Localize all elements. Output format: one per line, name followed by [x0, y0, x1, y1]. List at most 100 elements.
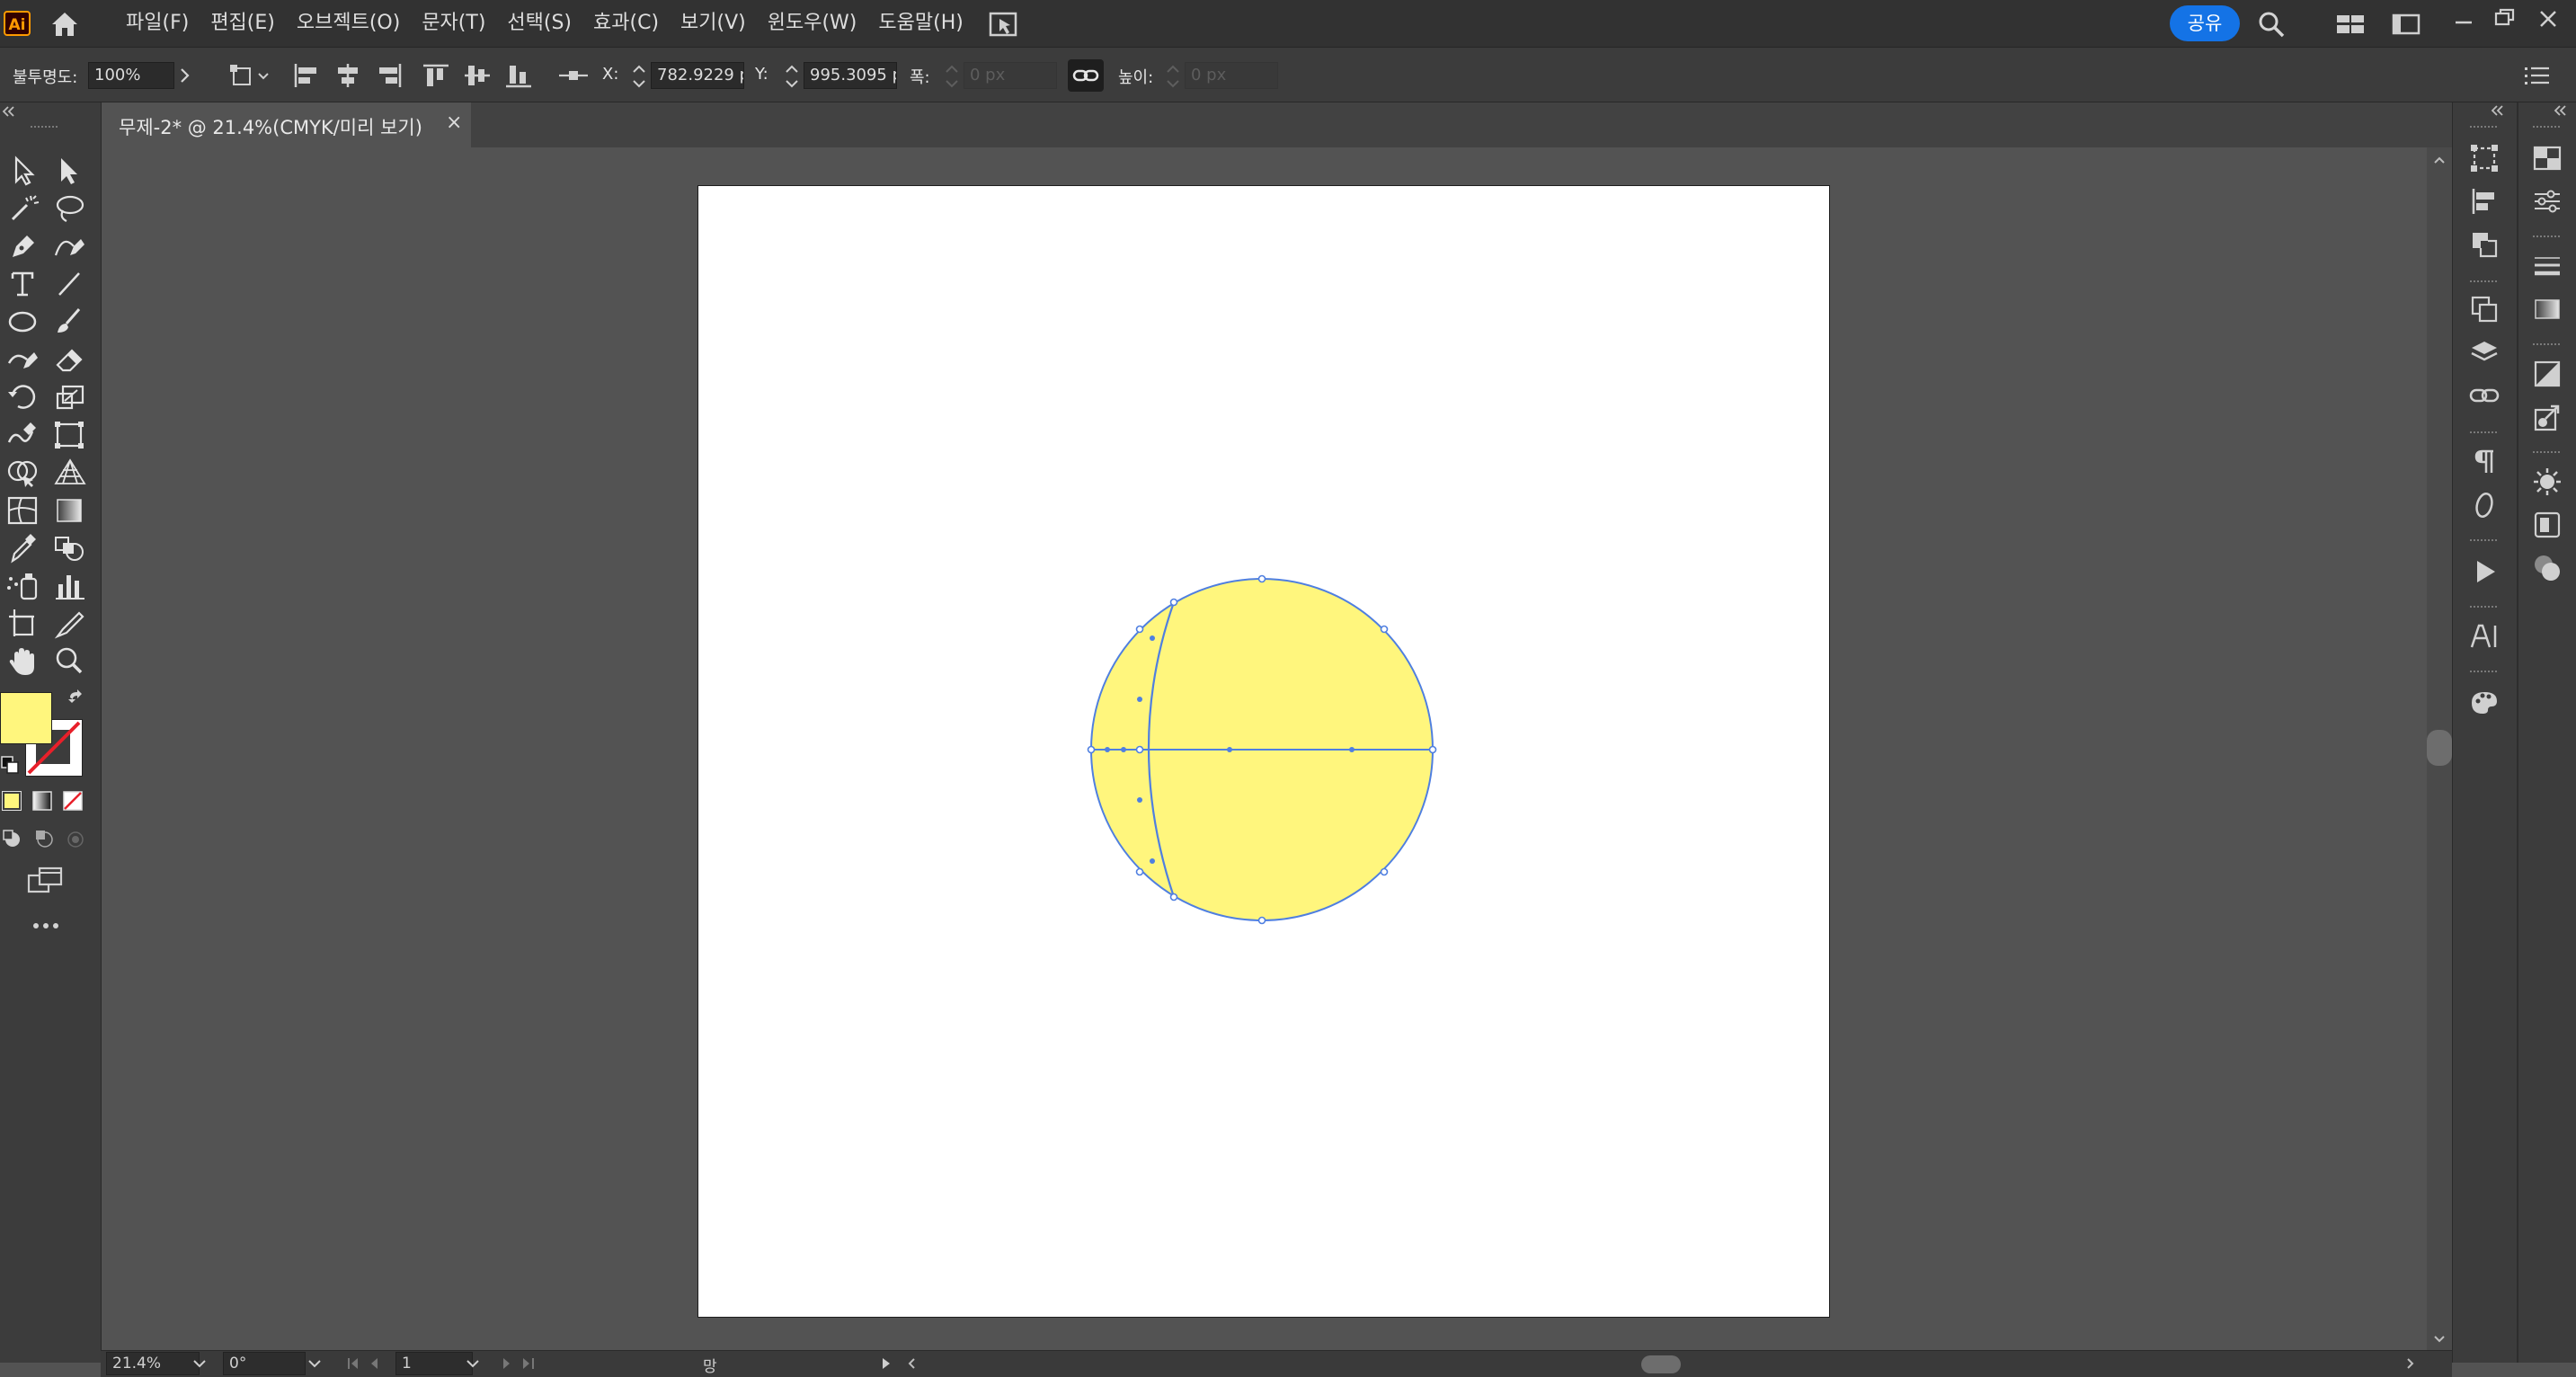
align-horizontal-center-icon[interactable]	[333, 61, 363, 90]
horizontal-scroll-thumb[interactable]	[1641, 1355, 1681, 1373]
panel-group-grip[interactable]	[2470, 671, 2497, 676]
collapse-toolbar-icon[interactable]	[0, 102, 18, 120]
pen-tool-icon[interactable]	[4, 228, 43, 264]
panel-group-grip[interactable]	[2533, 451, 2560, 457]
arrange-documents-icon[interactable]	[987, 10, 1019, 39]
align-bottom-icon[interactable]	[503, 61, 534, 90]
restore-icon[interactable]	[2492, 5, 2518, 32]
align-panel-icon[interactable]	[2468, 185, 2500, 218]
draw-behind-icon[interactable]	[34, 829, 56, 848]
chevron-right-icon[interactable]	[176, 65, 194, 86]
scroll-up-icon[interactable]	[2430, 151, 2448, 169]
scroll-down-icon[interactable]	[2430, 1330, 2448, 1348]
none-mode-icon[interactable]	[63, 791, 83, 811]
appearance-panel-icon[interactable]	[2468, 293, 2500, 325]
rotate-tool-icon[interactable]	[4, 379, 43, 415]
close-tab-button[interactable]: ×	[446, 111, 462, 134]
rotation-field[interactable]: 0°	[223, 1352, 306, 1375]
symbol-sprayer-tool-icon[interactable]	[4, 568, 43, 604]
search-icon[interactable]	[2256, 9, 2287, 40]
first-previous-artboard-icon[interactable]	[343, 1354, 397, 1373]
panel-group-grip[interactable]	[2533, 343, 2560, 349]
shaper-tool-icon[interactable]	[4, 342, 43, 378]
type-tool-icon[interactable]	[4, 266, 43, 302]
free-transform-tool-icon[interactable]	[50, 417, 90, 453]
character-styles-panel-icon[interactable]	[2468, 620, 2500, 653]
status-menu-arrow-icon[interactable]	[877, 1354, 895, 1373]
zoom-tool-icon[interactable]	[50, 644, 90, 680]
expand-panels-icon[interactable]	[2488, 102, 2508, 119]
more-tools-icon[interactable]	[31, 919, 61, 933]
yellow-circle-artwork[interactable]	[1079, 557, 1456, 935]
warp-tool-icon[interactable]	[4, 417, 43, 453]
menu-object[interactable]: 오브젝트(O)	[286, 0, 411, 47]
zoom-level-field[interactable]: 21.4%	[106, 1352, 200, 1375]
artboard-tool-icon[interactable]	[4, 606, 43, 642]
paragraph-panel-icon[interactable]	[2468, 446, 2500, 478]
zoom-dropdown-chevron-icon[interactable]	[191, 1354, 209, 1373]
blend-tool-icon[interactable]	[50, 530, 90, 566]
draw-inside-icon[interactable]	[65, 829, 86, 848]
menu-effect[interactable]: 효과(C)	[582, 0, 670, 47]
align-left-icon[interactable]	[291, 61, 322, 90]
libraries-panel-icon[interactable]	[2531, 509, 2563, 541]
paintbrush-tool-icon[interactable]	[50, 304, 90, 340]
menu-window[interactable]: 윈도우(W)	[757, 0, 868, 47]
vertical-scroll-thumb[interactable]	[2427, 730, 2452, 766]
transparency-panel-icon[interactable]	[2531, 552, 2563, 584]
swatches-panel-icon[interactable]	[2531, 142, 2563, 174]
fill-swatch[interactable]	[0, 692, 52, 744]
menu-help[interactable]: 도움말(H)	[867, 0, 973, 47]
direct-selection-tool-icon[interactable]	[50, 153, 90, 189]
stroke-panel-icon[interactable]	[2531, 250, 2563, 282]
expand-panels-2-icon[interactable]	[2551, 102, 2571, 119]
perspective-grid-tool-icon[interactable]	[50, 455, 90, 491]
panel-group-grip[interactable]	[2470, 606, 2497, 611]
menu-view[interactable]: 보기(V)	[670, 0, 757, 47]
magic-wand-tool-icon[interactable]	[4, 191, 43, 227]
properties-panel-icon[interactable]	[2531, 185, 2563, 218]
next-last-artboard-icon[interactable]	[496, 1354, 550, 1373]
panel-group-grip[interactable]	[2533, 126, 2560, 131]
align-right-icon[interactable]	[374, 61, 404, 90]
panel-menu-icon[interactable]	[2522, 63, 2553, 88]
asset-export-panel-icon[interactable]	[2531, 401, 2563, 433]
panel-layout-icon[interactable]	[2391, 13, 2421, 36]
menu-select[interactable]: 선택(S)	[496, 0, 582, 47]
x-stepper-icon[interactable]	[629, 61, 649, 92]
links-panel-icon[interactable]	[2468, 379, 2500, 412]
transform-panel-icon[interactable]	[2468, 142, 2500, 174]
artboard-dropdown-chevron-icon[interactable]	[464, 1354, 482, 1373]
color-guide-panel-icon[interactable]	[2468, 685, 2500, 717]
recolor-artwork-icon[interactable]	[228, 61, 273, 90]
panel-group-grip[interactable]	[2470, 431, 2497, 437]
scale-tool-icon[interactable]	[50, 379, 90, 415]
minimize-icon[interactable]	[2450, 9, 2477, 36]
gradient-panel-icon[interactable]	[2531, 293, 2563, 325]
align-vertical-center-icon[interactable]	[462, 61, 493, 90]
close-window-icon[interactable]	[2535, 5, 2562, 32]
home-icon[interactable]	[49, 9, 81, 40]
selection-tool-icon[interactable]	[4, 153, 43, 189]
align-top-icon[interactable]	[421, 61, 451, 90]
eyedropper-tool-icon[interactable]	[4, 530, 43, 566]
knife-tool-icon[interactable]	[50, 606, 90, 642]
opacity-input[interactable]: 100%	[88, 62, 174, 89]
image-trace-panel-icon[interactable]	[2531, 358, 2563, 390]
menu-file[interactable]: 파일(F)	[115, 0, 200, 47]
swap-fill-stroke-icon[interactable]	[65, 688, 86, 710]
eraser-tool-icon[interactable]	[50, 342, 90, 378]
line-segment-tool-icon[interactable]	[50, 266, 90, 302]
column-graph-tool-icon[interactable]	[50, 568, 90, 604]
share-button[interactable]: 공유	[2170, 5, 2240, 41]
panel-group-grip[interactable]	[2470, 126, 2497, 131]
menu-type[interactable]: 문자(T)	[411, 0, 496, 47]
layers-panel-icon[interactable]	[2468, 336, 2500, 369]
curvature-tool-icon[interactable]	[50, 228, 90, 264]
panel-group-grip[interactable]	[2533, 235, 2560, 241]
panel-group-grip[interactable]	[2470, 280, 2497, 286]
hand-tool-icon[interactable]	[4, 644, 43, 680]
y-input[interactable]: 995.3095 p	[804, 62, 897, 89]
ellipse-tool-icon[interactable]	[4, 304, 43, 340]
opentype-panel-icon[interactable]	[2468, 489, 2500, 521]
